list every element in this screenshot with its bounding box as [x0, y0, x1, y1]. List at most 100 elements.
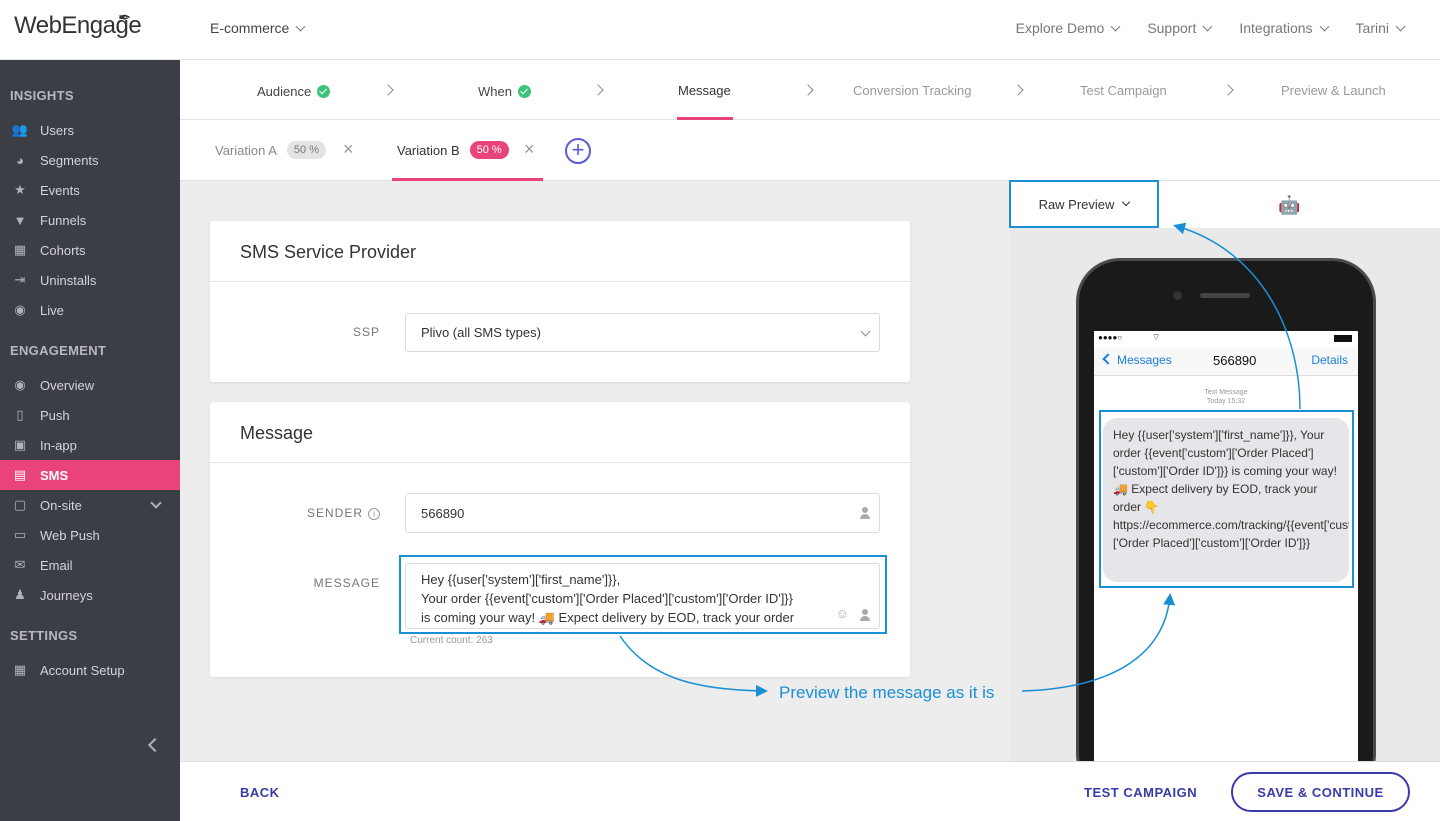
sidebar-item-funnels[interactable]: ▼ Funnels [0, 205, 180, 235]
sidebar-item-cohorts[interactable]: ▦ Cohorts [0, 235, 180, 265]
ssp-label: SSP [352, 325, 380, 339]
star-icon: ★ [14, 182, 26, 197]
nav-support[interactable]: Support [1147, 20, 1213, 36]
collapse-sidebar-icon[interactable] [147, 737, 163, 753]
sidebar-item-email[interactable]: ✉ Email [0, 550, 180, 580]
nav-user-menu[interactable]: Tarini [1356, 20, 1406, 36]
step-conversion-tracking[interactable]: Conversion Tracking [853, 83, 972, 98]
chevron-down-icon [1110, 21, 1121, 32]
variation-tabs: Variation A 50 % × Variation B 50 % × + [180, 120, 1440, 181]
back-button[interactable]: BACK [240, 785, 280, 800]
test-campaign-button[interactable]: TEST CAMPAIGN [1084, 785, 1197, 800]
raw-preview-dropdown[interactable]: Raw Preview [1009, 180, 1159, 228]
sms-timestamp: Text Message Today 15:32 [1204, 389, 1248, 405]
sidebar-item-segments[interactable]: ◕ Segments [0, 145, 180, 175]
phone-icon: ▯ [16, 407, 24, 422]
chevron-right-icon [382, 84, 394, 96]
eye-icon: ◉ [14, 377, 26, 392]
wifi-icon: ⌔ [1152, 332, 1161, 342]
sidebar-item-account-setup[interactable]: ▦ Account Setup [0, 655, 180, 685]
ssp-select[interactable]: Plivo (all SMS types) [405, 313, 880, 352]
campaign-steps: Audience When Message Conversion Trackin… [180, 60, 1440, 120]
nav-explore-demo[interactable]: Explore Demo [1016, 20, 1121, 36]
bubble-highlight-box [1099, 410, 1354, 588]
details-link[interactable]: Details [1311, 353, 1348, 367]
broadcast-icon: ◉ [14, 302, 26, 317]
top-bar: WebEngage ✒ E-commerce Explore Demo Suppo… [0, 0, 1440, 60]
dashboard-icon: ▦ [13, 662, 27, 677]
sms-header: Messages 566890 Details [1094, 347, 1358, 376]
sidebar-item-sms[interactable]: ▤ SMS [0, 460, 180, 490]
sidebar-item-uninstalls[interactable]: ⇥ Uninstalls [0, 265, 180, 295]
funnel-icon: ▼ [13, 212, 27, 228]
sidebar-item-live[interactable]: ◉ Live [0, 295, 180, 325]
sidebar-heading-settings: SETTINGS [10, 628, 78, 643]
phone-status-bar: ●●●●○ ⌔ [1094, 331, 1358, 347]
sidebar-item-events[interactable]: ★ Events [0, 175, 180, 205]
project-selector[interactable]: E-commerce [210, 20, 306, 36]
check-circle-icon [517, 85, 531, 98]
add-variation-button[interactable]: + [565, 138, 591, 164]
journey-icon: ♟ [14, 587, 26, 602]
check-circle-icon [317, 85, 331, 98]
step-audience[interactable]: Audience [257, 83, 331, 99]
footer-bar: BACK TEST CAMPAIGN SAVE & CONTINUE [180, 761, 1440, 821]
sidebar: INSIGHTS 👥 Users ◕ Segments ★ Events ▼ Funne… [0, 60, 180, 821]
chevron-right-icon [802, 84, 814, 96]
browser-icon: ▭ [13, 527, 27, 542]
sidebar-item-on-site[interactable]: ▢ On-site [0, 490, 180, 520]
window-icon: ▢ [13, 497, 27, 512]
sender-label: SENDER i [270, 506, 380, 520]
chevron-right-icon [1222, 84, 1234, 96]
chevron-right-icon [1012, 84, 1024, 96]
step-preview-launch[interactable]: Preview & Launch [1281, 83, 1386, 98]
envelope-icon: ✉ [14, 557, 26, 572]
tab-variation-b[interactable]: Variation B 50 % [397, 141, 509, 159]
sender-input[interactable]: 566890 [405, 493, 880, 533]
personalization-icon[interactable] [859, 507, 871, 519]
top-nav: Explore Demo Support Integrations Tarini [1016, 20, 1406, 36]
remove-variation-b-icon[interactable]: × [524, 139, 535, 160]
info-icon[interactable]: i [368, 508, 380, 520]
sidebar-item-overview[interactable]: ◉ Overview [0, 370, 180, 400]
signal-icon: ●●●●○ [1098, 333, 1123, 342]
sender-value: 566890 [421, 505, 465, 521]
grid-icon: ▦ [13, 242, 27, 257]
exit-icon: ⇥ [14, 272, 26, 287]
message-card: Message SENDER i 566890 MESSAGE ☺ Hey {{u… [210, 402, 910, 677]
active-variation-indicator [392, 178, 543, 181]
sidebar-item-web-push[interactable]: ▭ Web Push [0, 520, 180, 550]
webengage-logo[interactable]: WebEngage ✒ [14, 10, 142, 40]
chevron-down-icon [1202, 21, 1213, 32]
variation-a-percent: 50 % [286, 141, 326, 159]
chevron-down-icon [1122, 197, 1131, 207]
variation-b-percent: 50 % [469, 141, 509, 159]
chevron-down-icon [1319, 21, 1329, 32]
step-when[interactable]: When [478, 83, 531, 99]
chat-icon: ▤ [13, 467, 27, 482]
chevron-down-icon [295, 21, 306, 32]
ssp-card-title: SMS Service Provider [210, 221, 910, 282]
save-continue-button[interactable]: SAVE & CONTINUE [1231, 772, 1410, 812]
chevron-down-icon [860, 326, 871, 337]
remove-variation-a-icon[interactable]: × [343, 139, 354, 160]
chevron-down-icon[interactable] [150, 497, 162, 509]
tab-variation-a[interactable]: Variation A 50 % [215, 141, 326, 159]
step-message[interactable]: Message [678, 83, 731, 98]
android-icon[interactable]: 🤖 [1278, 195, 1300, 216]
sidebar-item-in-app[interactable]: ▣ In-app [0, 430, 180, 460]
inapp-icon: ▣ [13, 437, 27, 452]
step-test-campaign[interactable]: Test Campaign [1080, 83, 1167, 98]
phone-camera [1173, 291, 1182, 300]
character-count: Current count: 263 [410, 635, 493, 646]
sidebar-item-users[interactable]: 👥 Users [0, 115, 180, 145]
nav-integrations[interactable]: Integrations [1239, 20, 1329, 36]
message-card-title: Message [210, 402, 910, 463]
messages-back-button[interactable]: Messages [1100, 353, 1172, 367]
chevron-left-icon [1102, 353, 1114, 365]
annotation-text: Preview the message as it is [779, 683, 995, 702]
phone-speaker [1200, 293, 1250, 298]
sidebar-item-push[interactable]: ▯ Push [0, 400, 180, 430]
sidebar-item-journeys[interactable]: ♟ Journeys [0, 580, 180, 610]
pie-icon: ◕ [16, 152, 24, 168]
